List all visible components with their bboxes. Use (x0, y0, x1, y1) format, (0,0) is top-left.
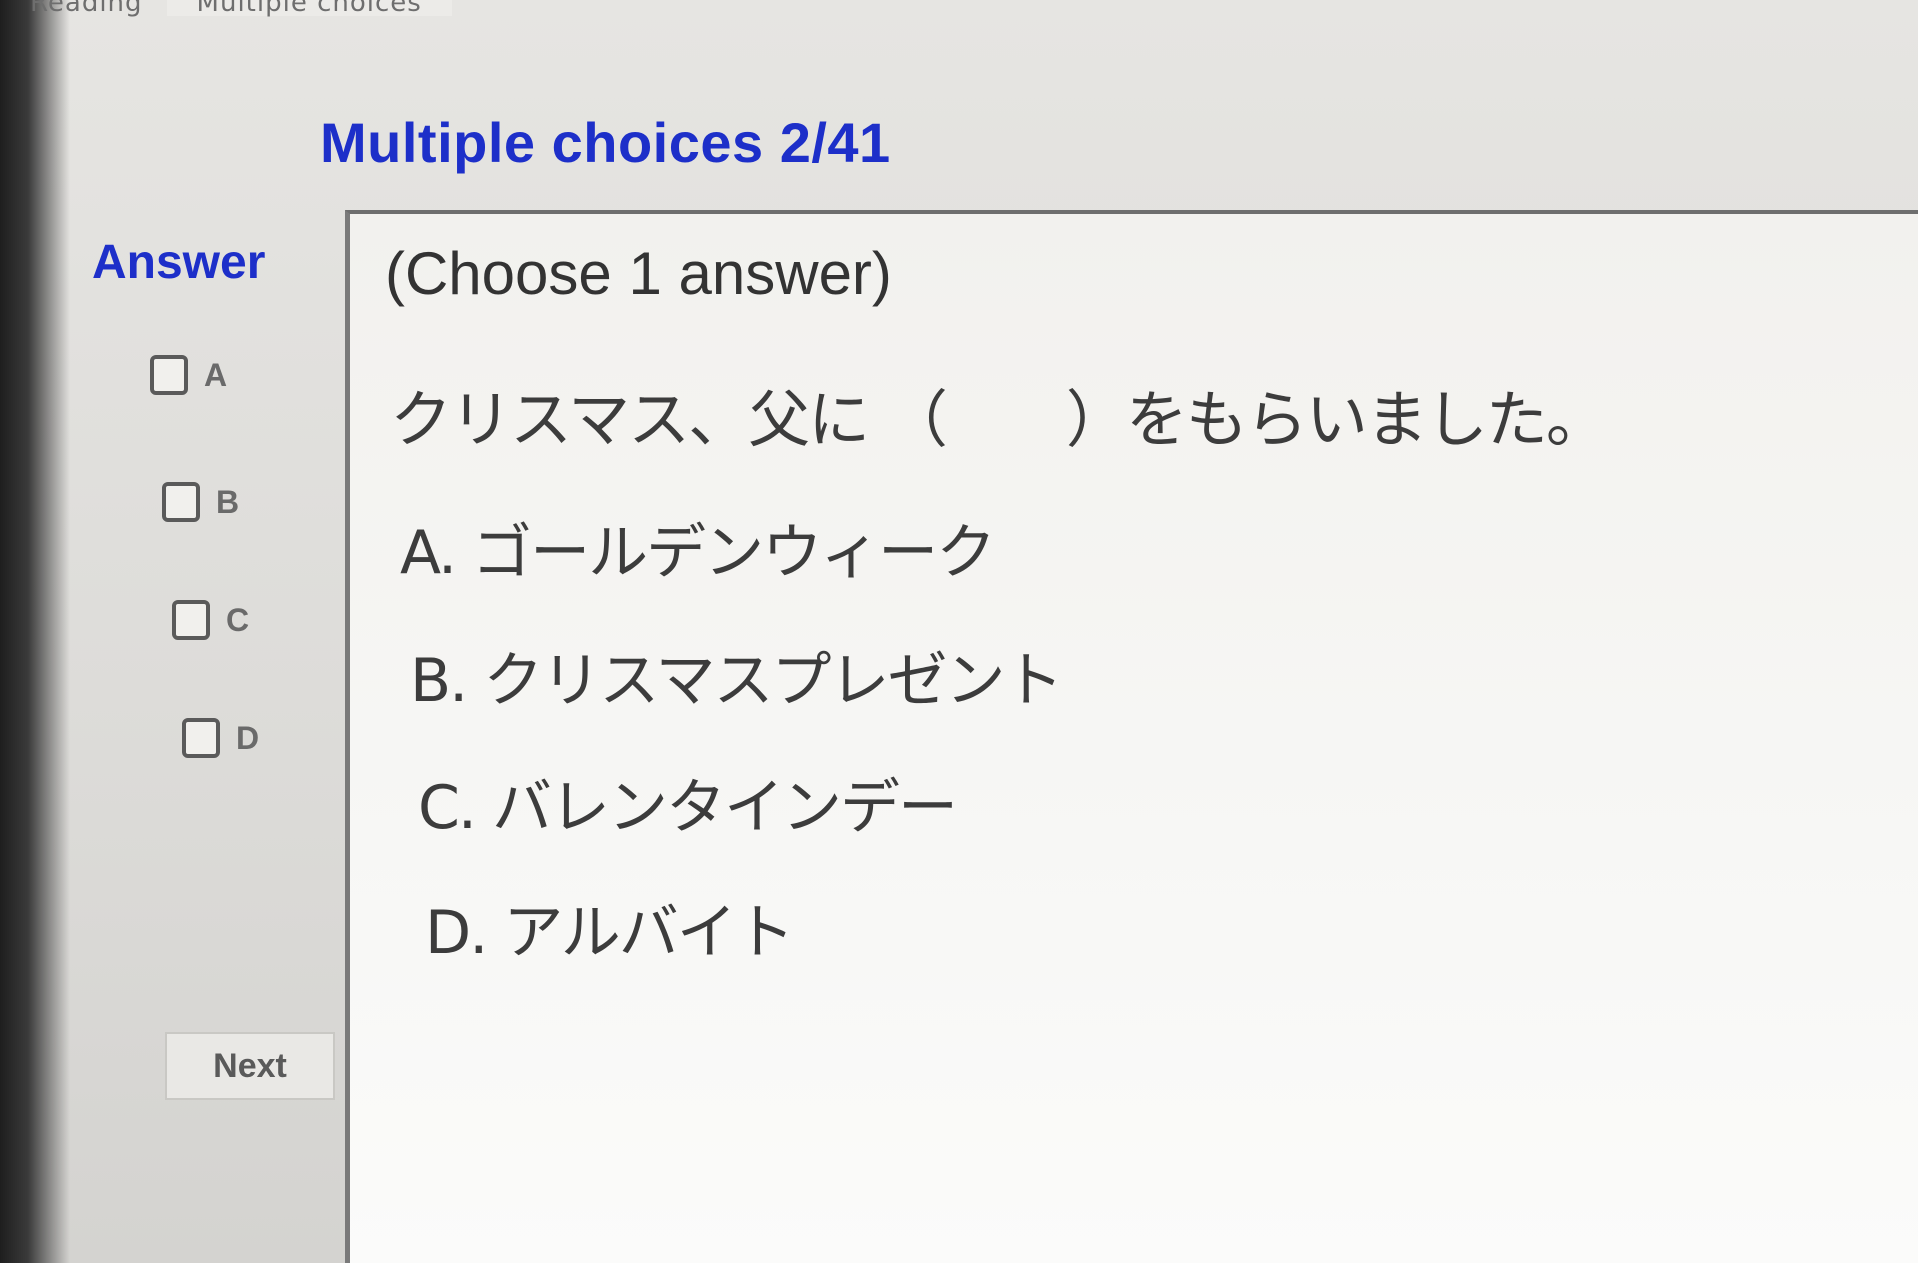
answer-heading: Answer (92, 236, 266, 289)
checkbox-b-label: B (216, 483, 240, 520)
checkbox-d[interactable] (182, 718, 220, 758)
question-panel: (Choose 1 answer) クリスマス、父に （ ）をもらいました。 A… (345, 210, 1918, 1263)
answer-option-c[interactable]: C (172, 600, 249, 640)
answer-option-b[interactable]: B (162, 482, 239, 522)
answer-panel: Answer (90, 235, 350, 290)
checkbox-a-label: A (204, 356, 228, 393)
page-title: Multiple choices 2/41 (320, 111, 891, 174)
question-instruction: (Choose 1 answer) (385, 240, 892, 307)
choice-a: A. ゴールデンウィーク (400, 518, 996, 588)
checkbox-a[interactable] (150, 355, 188, 395)
checkbox-c-label: C (226, 601, 250, 638)
screen: Reading Multiple choices Multiple choice… (0, 0, 1918, 1263)
question-text: クリスマス、父に （ ）をもらいました。 (390, 383, 1608, 456)
top-tab-bar: Reading Multiple choices (30, 0, 452, 26)
tab-multiple-choices[interactable]: Multiple choices (166, 0, 452, 16)
tab-reading[interactable]: Reading (30, 0, 143, 16)
choice-b: B. クリスマスプレゼント (410, 646, 1064, 716)
answer-option-a[interactable]: A (150, 355, 227, 395)
monitor-bezel (0, 0, 70, 1263)
choice-c: C. バレンタインデー (418, 773, 958, 843)
next-button[interactable]: Next (165, 1032, 335, 1100)
choice-d: D. アルバイト (425, 898, 795, 968)
answer-option-d[interactable]: D (182, 718, 259, 758)
checkbox-b[interactable] (162, 482, 200, 522)
checkbox-d-label: D (236, 719, 260, 756)
checkbox-c[interactable] (172, 600, 210, 640)
